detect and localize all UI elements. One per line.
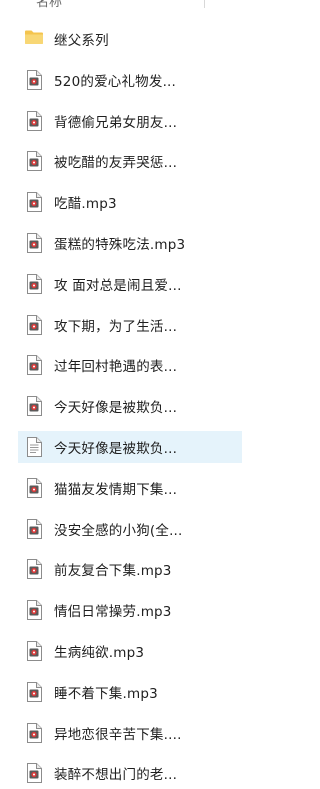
folder-icon: [24, 29, 44, 49]
audio-file-icon: [26, 641, 44, 661]
file-name-label: 蛋糕的特殊吃法.mp3: [54, 237, 186, 253]
file-item[interactable]: 情侣日常操劳.mp3: [18, 594, 242, 626]
file-item[interactable]: 今天好像是被欺负...: [18, 390, 242, 422]
file-name-label: 520的爱心礼物发...: [54, 73, 177, 90]
file-item[interactable]: 攻下期，为了生活...: [18, 309, 242, 341]
audio-file-icon: [26, 192, 44, 213]
file-name-label: 睡不着下集.mp3: [54, 685, 158, 702]
file-item[interactable]: 前友复合下集.mp3: [18, 553, 242, 585]
file-item[interactable]: 过年回村艳遇的表...: [18, 349, 242, 381]
audio-file-icon: [26, 355, 44, 376]
file-name-label: 今天好像是被欺负...: [54, 400, 178, 417]
file-item[interactable]: 吃醋.mp3: [18, 186, 242, 218]
file-item[interactable]: 蛋糕的特殊吃法.mp3: [18, 227, 242, 259]
audio-file-icon: [26, 233, 44, 253]
file-name-label: 异地恋很辛苦下集....: [54, 726, 182, 743]
audio-file-icon: [26, 273, 44, 294]
audio-file-icon: [26, 600, 44, 621]
file-item[interactable]: 猫猫友发情期下集...: [18, 472, 242, 504]
audio-file-icon: [26, 396, 44, 417]
file-name-label: 被吃醋的友弄哭惩...: [54, 155, 178, 172]
audio-file-icon: [26, 110, 44, 131]
file-item[interactable]: 没安全感的小狗(全...: [18, 513, 242, 545]
file-item[interactable]: 520的爱心礼物发...: [18, 64, 242, 96]
audio-file-icon: [26, 559, 44, 580]
column-divider[interactable]: [204, 0, 205, 8]
audio-file-icon: [26, 722, 44, 743]
file-name-label: 生病纯欲.mp3: [54, 645, 145, 661]
file-name-label: 没安全感的小狗(全...: [54, 522, 183, 539]
file-name-label: 过年回村艳遇的表...: [54, 359, 178, 376]
file-item[interactable]: 睡不着下集.mp3: [18, 676, 242, 708]
audio-file-icon: [26, 69, 44, 90]
file-name-label: 攻 面对总是闹且爱...: [54, 277, 182, 294]
file-item[interactable]: 今天好像是被欺负...: [18, 431, 242, 463]
file-item[interactable]: 装醉不想出门的老...: [18, 757, 242, 789]
file-name-label: 前友复合下集.mp3: [54, 563, 172, 580]
file-item[interactable]: 生病纯欲.mp3: [18, 635, 242, 667]
column-header: 名称: [0, 0, 242, 8]
file-item[interactable]: 被吃醋的友弄哭惩...: [18, 145, 242, 177]
audio-file-icon: [26, 518, 44, 539]
file-name-label: 猫猫友发情期下集...: [54, 481, 178, 498]
folder-item[interactable]: 继父系列: [18, 23, 242, 55]
audio-file-icon: [26, 477, 44, 498]
audio-file-icon: [26, 314, 44, 335]
file-item[interactable]: 攻 面对总是闹且爱...: [18, 268, 242, 300]
file-name-label: 装醉不想出门的老...: [54, 767, 178, 784]
file-item[interactable]: 异地恋很辛苦下集....: [18, 717, 242, 749]
file-name-label: 今天好像是被欺负...: [54, 441, 178, 457]
file-item[interactable]: 背德偷兄弟女朋友...: [18, 105, 242, 137]
name-column-header[interactable]: 名称: [36, 0, 62, 8]
file-name-label: 吃醋.mp3: [54, 196, 117, 213]
file-name-label: 背德偷兄弟女朋友...: [54, 114, 178, 131]
audio-file-icon: [26, 763, 44, 784]
audio-file-icon: [26, 681, 44, 702]
file-name-label: 继父系列: [54, 33, 109, 49]
audio-file-icon: [26, 151, 44, 172]
text-file-icon: [26, 437, 44, 457]
file-name-label: 情侣日常操劳.mp3: [54, 604, 172, 621]
file-name-label: 攻下期，为了生活...: [54, 318, 178, 335]
